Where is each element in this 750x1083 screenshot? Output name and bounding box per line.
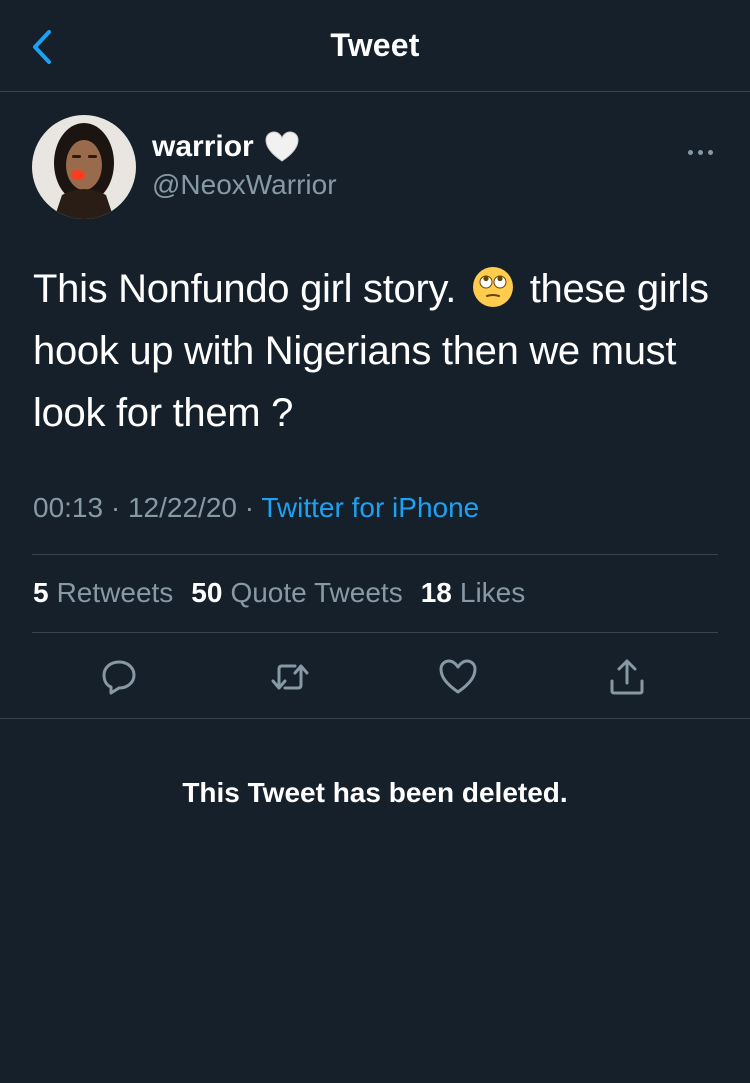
reply-icon [102, 660, 136, 695]
avatar[interactable] [32, 115, 136, 219]
retweet-icon [271, 664, 309, 690]
author-name-row[interactable]: warrior [152, 130, 300, 164]
top-nav-bar: Tweet [0, 0, 750, 92]
tweet-date: 12/22/20 [127, 492, 237, 523]
tweet-text-part1: This Nonfundo girl story. [33, 267, 457, 311]
more-dot-icon [707, 149, 713, 155]
tweet-stats: 5 Retweets 50 Quote Tweets 18 Likes [33, 577, 525, 609]
page-title: Tweet [330, 27, 420, 63]
more-dot-icon [697, 149, 703, 155]
deleted-tweet-notice: This Tweet has been deleted. [182, 777, 568, 808]
tweet-source-link[interactable]: Twitter for iPhone [261, 492, 479, 523]
back-button[interactable] [22, 27, 62, 67]
face-with-rolling-eyes-emoji-icon [472, 267, 513, 307]
tweet-time: 00:13 [33, 492, 104, 523]
meta-separator: · [244, 492, 262, 523]
tweet-metadata: 00:13 · 12/22/20 · Twitter for iPhone [33, 492, 479, 524]
like-button[interactable] [433, 652, 483, 702]
tweet-text: This Nonfundo girl story. these girls ho… [33, 258, 723, 444]
retweet-button[interactable] [265, 652, 315, 702]
quote-tweets-count: 50 [191, 577, 223, 608]
retweets-stat[interactable]: 5 Retweets [33, 577, 173, 609]
divider [32, 554, 718, 555]
likes-count: 18 [420, 577, 452, 608]
quote-tweets-label: Quote Tweets [230, 577, 403, 608]
author-name: warrior [152, 130, 254, 163]
white-heart-emoji-icon [265, 131, 299, 162]
tweet-detail: warrior @NeoxWarrior This Nonfundo girl … [0, 92, 750, 719]
likes-stat[interactable]: 18 Likes [421, 577, 526, 609]
retweets-count: 5 [33, 577, 49, 608]
more-dot-icon [687, 149, 693, 155]
likes-label: Likes [459, 577, 526, 608]
divider [32, 632, 718, 633]
avatar-image [32, 115, 136, 219]
author-handle[interactable]: @NeoxWarrior [152, 169, 337, 201]
tweet-actions [0, 652, 750, 702]
quote-tweets-stat[interactable]: 50 Quote Tweets [191, 577, 402, 609]
share-button[interactable] [602, 652, 652, 702]
heart-icon [439, 659, 477, 694]
more-options-button[interactable] [678, 142, 722, 162]
share-icon [610, 659, 644, 695]
chevron-left-icon [33, 30, 51, 64]
meta-separator: · [110, 492, 128, 523]
reply-button[interactable] [94, 652, 144, 702]
tweet-page: Tweet warrior @NeoxWarrior This Nonfundo… [0, 0, 750, 1083]
retweets-label: Retweets [56, 577, 174, 608]
